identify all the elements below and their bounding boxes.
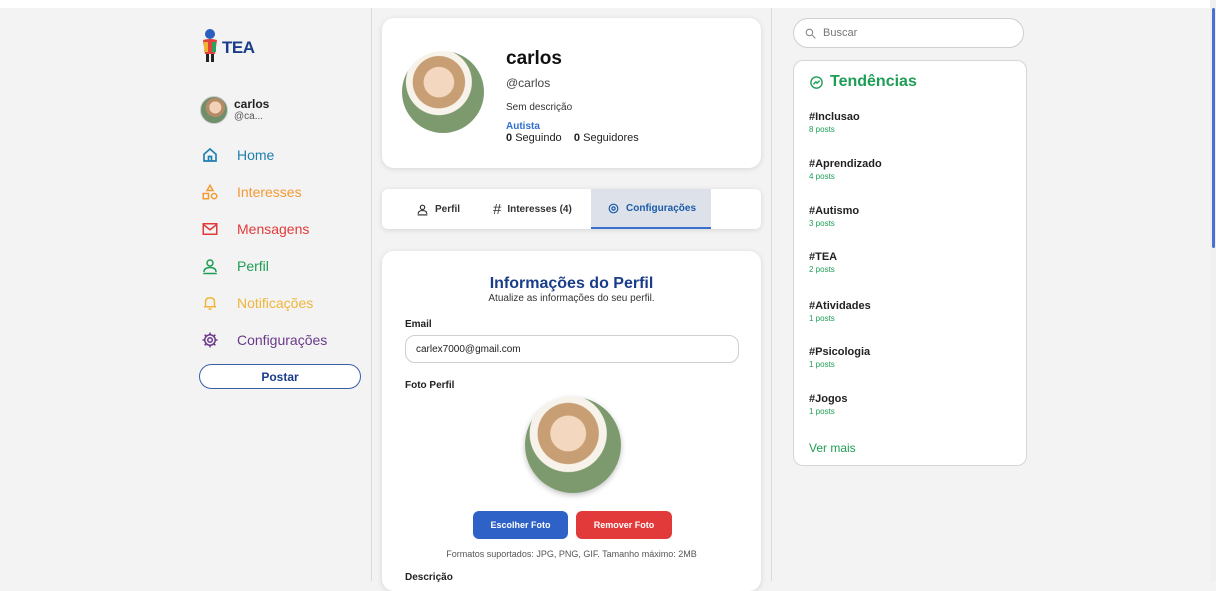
sidebar-nav: Home Interesses Mensagens Perfil Notific… [198, 136, 327, 358]
email-field[interactable] [405, 335, 739, 363]
hash-icon: # [493, 200, 502, 218]
tab-configuracoes[interactable]: Configurações [591, 189, 711, 229]
trend-tag: #Psicologia [809, 346, 871, 358]
search-box[interactable] [793, 18, 1024, 48]
trend-tag: #Inclusao [809, 111, 860, 123]
page-scrollbar[interactable] [1210, 0, 1216, 581]
trend-tag: #Aprendizado [809, 158, 882, 170]
sidebar-item-interesses[interactable]: Interesses [198, 173, 327, 210]
email-label: Email [405, 319, 432, 330]
sidebar-item-label: Mensagens [237, 220, 310, 237]
choose-photo-button[interactable]: Escolher Foto [473, 511, 568, 539]
user-icon [417, 204, 428, 216]
user-handle: @ca... [234, 111, 264, 122]
app-logo[interactable]: TEA [200, 28, 260, 70]
followers-label[interactable]: Seguidores [583, 132, 639, 144]
trend-tag: #TEA [809, 251, 838, 263]
trends-title: Tendências [830, 73, 917, 90]
trending-icon [810, 75, 823, 89]
see-more-link[interactable]: Ver mais [809, 441, 856, 455]
trend-tag: #Jogos [809, 393, 848, 405]
profile-name: carlos [506, 48, 562, 69]
trend-item[interactable]: #Inclusao 8 posts [809, 111, 860, 134]
sidebar-item-label: Interesses [237, 183, 302, 200]
tab-interesses[interactable]: # Interesses (4) [493, 189, 593, 229]
sidebar: TEA carlos @ca... Home Interesses Mensag… [0, 8, 372, 581]
gear-icon [608, 203, 619, 213]
settings-title: Informações do Perfil [489, 275, 654, 292]
trend-count: 3 posts [809, 219, 835, 228]
right-column: Tendências #Inclusao 8 posts #Aprendizad… [772, 8, 1212, 581]
profile-settings-card: Informações do Perfil Atualize as inform… [382, 251, 761, 591]
trend-item[interactable]: #TEA 2 posts [809, 251, 837, 274]
profile-handle: @carlos [506, 76, 551, 90]
user-icon [198, 254, 222, 278]
trend-tag: #Atividades [809, 300, 871, 312]
tab-label: Perfil [435, 203, 461, 215]
trends-panel: Tendências #Inclusao 8 posts #Aprendizad… [793, 60, 1027, 466]
sidebar-item-notificacoes[interactable]: Notificações [198, 284, 327, 321]
trend-item[interactable]: #Autismo 3 posts [809, 205, 859, 228]
profile-card: carlos @carlos Sem descrição Autista 0 S… [382, 18, 761, 168]
search-icon [805, 28, 816, 39]
remove-photo-button[interactable]: Remover Foto [576, 511, 672, 539]
sidebar-item-label: Perfil [237, 257, 269, 274]
gear-icon [198, 328, 222, 352]
sidebar-item-perfil[interactable]: Perfil [198, 247, 327, 284]
profile-tabs: Perfil # Interesses (4) Configurações [382, 189, 761, 229]
trend-item[interactable]: #Psicologia 1 posts [809, 346, 870, 369]
search-input[interactable] [823, 27, 1003, 39]
user-name: carlos [234, 97, 270, 111]
trend-item[interactable]: #Jogos 1 posts [809, 393, 848, 416]
avatar [200, 96, 228, 124]
home-icon [198, 143, 222, 167]
shapes-icon [198, 180, 222, 204]
sidebar-item-home[interactable]: Home [198, 136, 327, 173]
trend-count: 2 posts [809, 265, 835, 274]
tab-label: Configurações [626, 202, 697, 214]
sidebar-item-label: Configurações [237, 331, 328, 348]
following-count: 0 [506, 132, 513, 144]
trends-header: Tendências [809, 73, 917, 91]
trend-item[interactable]: #Atividades 1 posts [809, 300, 871, 323]
followers-count: 0 [573, 132, 581, 144]
logo-figure-icon [203, 29, 217, 62]
settings-subtitle: Atualize as informações do seu perfil. [488, 293, 655, 304]
logo-text: TEA [222, 38, 255, 57]
trend-count: 8 posts [809, 125, 835, 134]
post-button[interactable]: Postar [199, 364, 361, 389]
trend-count: 1 posts [809, 360, 835, 369]
photo-label: Foto Perfil [405, 380, 455, 391]
main-column: carlos @carlos Sem descrição Autista 0 S… [372, 8, 772, 591]
mail-icon [198, 217, 222, 241]
follow-stats: 0 Seguindo 0 Seguidores [506, 132, 639, 144]
profile-tag[interactable]: Autista [506, 121, 540, 132]
trend-count: 4 posts [809, 172, 835, 181]
sidebar-user-card[interactable]: carlos @ca... [200, 96, 269, 124]
scrollbar-thumb[interactable] [1212, 8, 1215, 248]
sidebar-item-label: Notificações [237, 294, 314, 311]
tab-perfil[interactable]: Perfil [416, 189, 476, 229]
following-label[interactable]: Seguindo [515, 132, 562, 144]
profile-avatar [402, 51, 484, 133]
bell-icon [198, 291, 222, 315]
sidebar-item-configuracoes[interactable]: Configurações [198, 321, 327, 358]
trend-tag: #Autismo [809, 205, 860, 217]
formats-note: Formatos suportados: JPG, PNG, GIF. Tama… [446, 549, 697, 559]
profile-photo-preview [525, 397, 621, 493]
trend-count: 1 posts [809, 407, 835, 416]
trend-count: 1 posts [809, 314, 835, 323]
sidebar-item-mensagens[interactable]: Mensagens [198, 210, 327, 247]
description-label: Descrição [405, 572, 453, 583]
profile-description: Sem descrição [506, 102, 573, 113]
top-strip [0, 0, 1216, 8]
tab-label: Interesses (4) [507, 203, 572, 215]
sidebar-item-label: Home [237, 146, 275, 163]
trend-item[interactable]: #Aprendizado 4 posts [809, 158, 882, 181]
